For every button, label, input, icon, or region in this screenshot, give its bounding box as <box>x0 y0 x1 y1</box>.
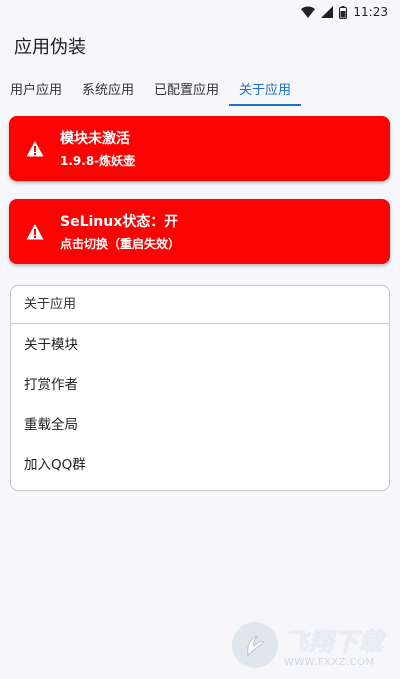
about-module-item[interactable]: 关于模块 <box>11 325 389 365</box>
battery-icon <box>339 5 348 19</box>
tab-about-app[interactable]: 关于应用 <box>229 70 302 106</box>
alert-title: 模块未激活 <box>60 131 130 147</box>
tab-user-apps[interactable]: 用户应用 <box>0 70 72 106</box>
warning-icon <box>26 140 44 158</box>
page-title: 应用伪装 <box>14 37 86 58</box>
alert-subtitle: 1.9.8-炼妖壶 <box>60 154 136 168</box>
about-card: 关于应用 关于模块 打赏作者 重载全局 加入QQ群 <box>10 285 390 491</box>
watermark-logo-icon <box>232 622 278 668</box>
watermark-url: WWW.FXXZ.COM <box>284 657 375 668</box>
wifi-icon <box>301 6 316 18</box>
tab-bar: 用户应用 系统应用 已配置应用 关于应用 <box>0 70 400 106</box>
watermark-brand: 飞翔下载 <box>284 628 384 656</box>
about-card-header: 关于应用 <box>11 286 389 324</box>
selinux-alert[interactable]: SeLinux状态：开 点击切换（重启失效） <box>9 199 390 264</box>
donate-author-item[interactable]: 打赏作者 <box>11 365 389 405</box>
reload-global-item[interactable]: 重载全局 <box>11 405 389 445</box>
warning-icon <box>26 223 44 241</box>
status-time: 11:23 <box>353 5 388 19</box>
tab-configured-apps[interactable]: 已配置应用 <box>144 70 229 106</box>
join-qq-group-item[interactable]: 加入QQ群 <box>11 445 389 485</box>
status-bar: 11:23 <box>0 0 400 24</box>
module-inactive-alert[interactable]: 模块未激活 1.9.8-炼妖壶 <box>9 116 390 181</box>
signal-icon <box>321 6 334 18</box>
watermark: 飞翔下载 WWW.FXXZ.COM <box>232 617 392 673</box>
alert-subtitle: 点击切换（重启失效） <box>60 237 181 251</box>
tab-system-apps[interactable]: 系统应用 <box>72 70 144 106</box>
alert-title: SeLinux状态：开 <box>60 214 179 230</box>
